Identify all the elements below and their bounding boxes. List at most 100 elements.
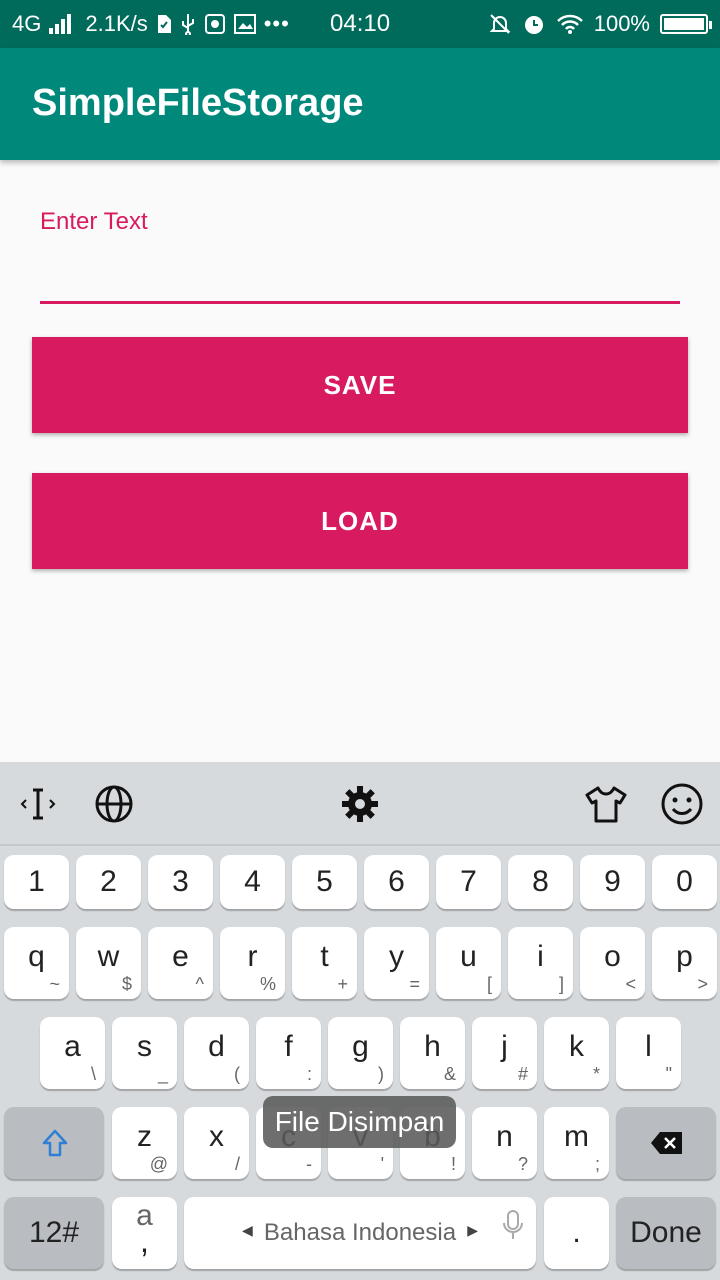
key-label: e [172,940,189,974]
theme-icon[interactable] [584,782,628,826]
globe-icon[interactable] [92,782,136,826]
comma-key[interactable]: a, [112,1197,177,1269]
battery-percent: 100% [593,11,650,36]
key-w[interactable]: w $ [76,927,141,999]
status-bar: 4G 2.1K/s ••• 04:10 100% [0,0,720,48]
shift-key[interactable] [4,1107,104,1179]
key-label: y [389,940,404,974]
key-alt-label: % [259,974,276,994]
app-icon [204,14,225,34]
cursor-icon[interactable] [16,782,60,826]
key-label: 8 [532,865,549,898]
key-label: q [28,940,45,974]
key-d[interactable]: d( [184,1017,249,1089]
key-alt-label: : [306,1064,312,1084]
space-left-arrow-icon: ◀ [242,1222,253,1238]
key-label: 6 [388,865,405,898]
keyboard-toolbar [0,762,720,846]
comma-label: , [140,1223,149,1259]
key-n[interactable]: n? [472,1107,537,1179]
key-t[interactable]: t + [292,927,357,999]
period-key[interactable]: . [544,1197,609,1269]
key-label: j [501,1030,508,1064]
key-8[interactable]: 8 [508,855,573,909]
silent-bell-icon [489,14,511,34]
key-3[interactable]: 3 [148,855,213,909]
key-x[interactable]: x / [184,1107,249,1179]
emoji-icon[interactable] [660,782,704,826]
load-button[interactable]: LOAD [32,473,688,569]
key-6[interactable]: 6 [364,855,429,909]
key-label: 12# [28,1216,80,1249]
key-5[interactable]: 5 [292,855,357,909]
key-1[interactable]: 1 [4,855,69,909]
text-input[interactable] [40,240,680,304]
signal-icon [49,14,72,34]
key-7[interactable]: 7 [436,855,501,909]
key-i[interactable]: i] [508,927,573,999]
key-g[interactable]: g) [328,1017,393,1089]
key-l[interactable]: l " [616,1017,681,1089]
shift-icon [42,1129,68,1157]
key-label: 3 [172,865,189,898]
key-alt-label: / [234,1154,240,1174]
space-label: Bahasa Indonesia [263,1219,457,1246]
key-u[interactable]: u[ [436,927,501,999]
status-right: 100% [488,0,712,48]
status-left: 4G 2.1K/s ••• [12,0,290,48]
key-label: f [284,1030,293,1064]
key-h[interactable]: h & [400,1017,465,1089]
key-j[interactable]: j # [472,1017,537,1089]
key-p[interactable]: p > [652,927,717,999]
text-field-label: Enter Text [40,208,148,235]
key-label: l [645,1030,652,1064]
symbols-key[interactable]: 12# [4,1197,104,1269]
backspace-icon [651,1132,682,1154]
key-label: 1 [28,865,45,898]
key-y[interactable]: y = [364,927,429,999]
key-label: g [352,1030,369,1064]
key-label: 7 [460,865,477,898]
key-alt-label: ! [450,1154,456,1174]
backspace-key[interactable] [616,1107,716,1179]
key-4[interactable]: 4 [220,855,285,909]
usb-icon [181,14,194,35]
key-r[interactable]: r% [220,927,285,999]
key-alt-label: ' [380,1154,384,1174]
key-alt-label: @ [149,1154,168,1174]
key-o[interactable]: o < [580,927,645,999]
key-alt-label: - [306,1154,312,1174]
key-label: h [424,1030,441,1064]
key-label: x [209,1120,224,1154]
key-9[interactable]: 9 [580,855,645,909]
key-e[interactable]: e ^ [148,927,213,999]
key-alt-label: = [409,974,420,994]
key-label: o [604,940,621,974]
key-f[interactable]: f: [256,1017,321,1089]
key-label: u [460,940,477,974]
save-button[interactable]: SAVE [32,337,688,433]
network-type: 4G [12,11,42,36]
key-q[interactable]: q ~ [4,927,69,999]
key-label: . [572,1216,581,1249]
key-label: n [496,1120,513,1154]
settings-icon[interactable] [338,782,382,826]
key-0[interactable]: 0 [652,855,717,909]
key-k[interactable]: k * [544,1017,609,1089]
key-label: m [564,1120,589,1154]
key-m[interactable]: m; [544,1107,609,1179]
done-key[interactable]: Done [616,1197,716,1269]
key-alt-label: > [697,974,708,994]
key-z[interactable]: z @ [112,1107,177,1179]
app-title: SimpleFileStorage [32,82,364,124]
key-alt-label: ; [594,1154,600,1174]
key-alt-label: < [625,974,636,994]
key-alt-label: _ [157,1064,168,1084]
key-2[interactable]: 2 [76,855,141,909]
space-key[interactable]: Bahasa Indonesia ◀ ▶ [184,1197,536,1269]
key-alt-label: ) [378,1064,384,1084]
key-a[interactable]: a \ [40,1017,105,1089]
key-s[interactable]: s _ [112,1017,177,1089]
key-alt-label: ] [558,974,564,994]
space-right-arrow-icon: ▶ [467,1222,478,1238]
